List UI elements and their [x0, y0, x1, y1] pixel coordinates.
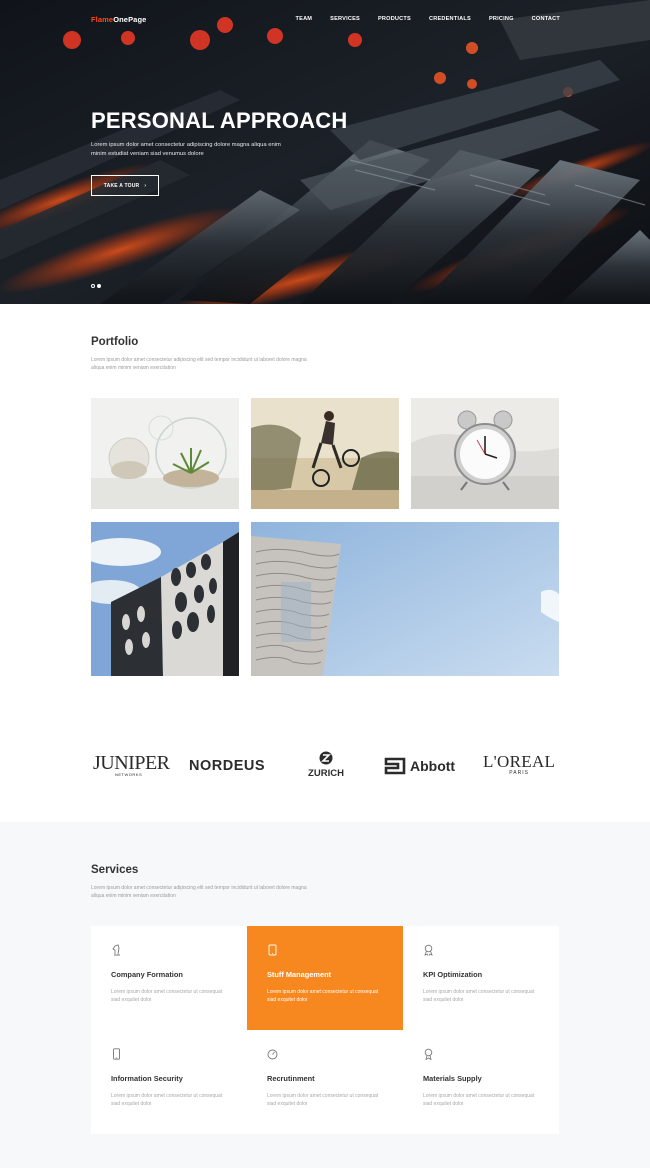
slider-dot-1[interactable] [91, 284, 95, 288]
service-card-kpi-optimization[interactable]: KPI Optimization Lorem ipsum dolor amet … [403, 926, 559, 1030]
nav-item-products[interactable]: PRODUCTS [378, 16, 411, 22]
client-logo-zurich: ZURICH [305, 751, 347, 779]
chevron-right-icon: › [144, 182, 147, 189]
service-card-recruitment[interactable]: Recrutinment Lorem ipsum dolor amet cons… [247, 1030, 403, 1134]
perforated-facade-image [91, 522, 239, 676]
abbott-emblem-icon [384, 757, 406, 775]
juniper-wordmark: JUNIPER [93, 752, 170, 774]
client-logo-loreal: L'OREAL PARIS [483, 752, 556, 776]
service-card-information-security[interactable]: Information Security Lorem ipsum dolor a… [91, 1030, 247, 1134]
portfolio-item-skyscraper[interactable] [251, 522, 559, 676]
service-title: Stuff Management [267, 970, 332, 979]
client-logo-nordeus: NORDEUS [189, 758, 266, 774]
portfolio-item-clock[interactable] [411, 398, 559, 509]
nav-item-credentials[interactable]: CREDENTIALS [429, 16, 471, 22]
ribbon-icon [424, 1048, 433, 1060]
service-text: Lorem ipsum dolor amet consectetur ut co… [423, 989, 535, 1003]
zurich-wordmark: ZURICH [308, 768, 344, 779]
alarm-clock-image [411, 398, 559, 509]
portfolio-item-succulents[interactable] [91, 398, 239, 509]
wavy-skyscraper-image [251, 522, 559, 676]
services-description: Lorem ipsum dolor amet consectetur adipi… [91, 885, 307, 899]
service-title: Company Formation [111, 970, 183, 979]
service-text: Lorem ipsum dolor amet consectetur ut co… [111, 1093, 223, 1107]
portfolio-title: Portfolio [91, 336, 139, 348]
abbott-wordmark: Abbott [410, 758, 456, 774]
loreal-wordmark: L'OREAL [483, 752, 556, 771]
slider-dot-2[interactable] [97, 284, 101, 288]
service-card-company-formation[interactable]: Company Formation Lorem ipsum dolor amet… [91, 926, 247, 1030]
zurich-emblem-icon [319, 751, 333, 765]
services-grid: Company Formation Lorem ipsum dolor amet… [91, 926, 559, 1134]
service-card-stuff-management[interactable]: Stuff Management Lorem ipsum dolor amet … [247, 926, 403, 1030]
nav-item-services[interactable]: SERVICES [330, 16, 360, 22]
service-title: KPI Optimization [423, 970, 483, 979]
client-logo-abbott: Abbott [384, 756, 455, 776]
service-text: Lorem ipsum dolor amet consectetur ut co… [423, 1093, 535, 1107]
services-title: Services [91, 864, 139, 876]
take-a-tour-button[interactable]: TAKE A TOUR › [91, 175, 159, 196]
bmx-rider-image [251, 398, 399, 509]
tablet-icon [268, 944, 277, 956]
nav-item-team[interactable]: TEAM [296, 16, 313, 22]
service-title: Materials Supply [423, 1074, 482, 1083]
service-title: Recrutinment [267, 1074, 315, 1083]
service-text: Lorem ipsum dolor amet consectetur ut co… [267, 989, 379, 1003]
portfolio-description: Lorem ipsum dolor amet consectetur adipi… [91, 357, 307, 371]
service-text: Lorem ipsum dolor amet consectetur ut co… [111, 989, 223, 1003]
chess-knight-icon [112, 944, 120, 956]
succulents-image [91, 398, 239, 509]
hero-title: PERSONAL APPROACH [91, 108, 348, 133]
hero-subtitle: Lorem ipsum dolor amet consectetur adipi… [91, 142, 281, 157]
main-nav: TEAM SERVICES PRODUCTS CREDENTIALS PRICI… [278, 16, 560, 22]
client-logo-juniper: JUNIPER NETWORKS [93, 752, 170, 777]
slider-dots [91, 284, 101, 288]
service-title: Information Security [111, 1074, 183, 1083]
service-text: Lorem ipsum dolor amet consectetur ut co… [267, 1093, 379, 1107]
nav-item-pricing[interactable]: PRICING [489, 16, 514, 22]
phone-icon [113, 1048, 120, 1060]
brand-logo[interactable]: FlameOnePage [91, 15, 146, 24]
portfolio-item-facade[interactable] [91, 522, 239, 676]
portfolio-item-bmx[interactable] [251, 398, 399, 509]
award-icon [424, 944, 433, 956]
take-a-tour-label: TAKE A TOUR [103, 182, 140, 189]
service-card-materials-supply[interactable]: Materials Supply Lorem ipsum dolor amet … [403, 1030, 559, 1134]
brand-logo-part2: OnePage [113, 15, 147, 24]
speedometer-icon [267, 1049, 278, 1060]
brand-logo-part1: Flame [91, 15, 114, 24]
hero-slider: FlameOnePage TEAM SERVICES PRODUCTS CRED… [0, 0, 650, 304]
nav-item-contact[interactable]: CONTACT [532, 16, 560, 22]
